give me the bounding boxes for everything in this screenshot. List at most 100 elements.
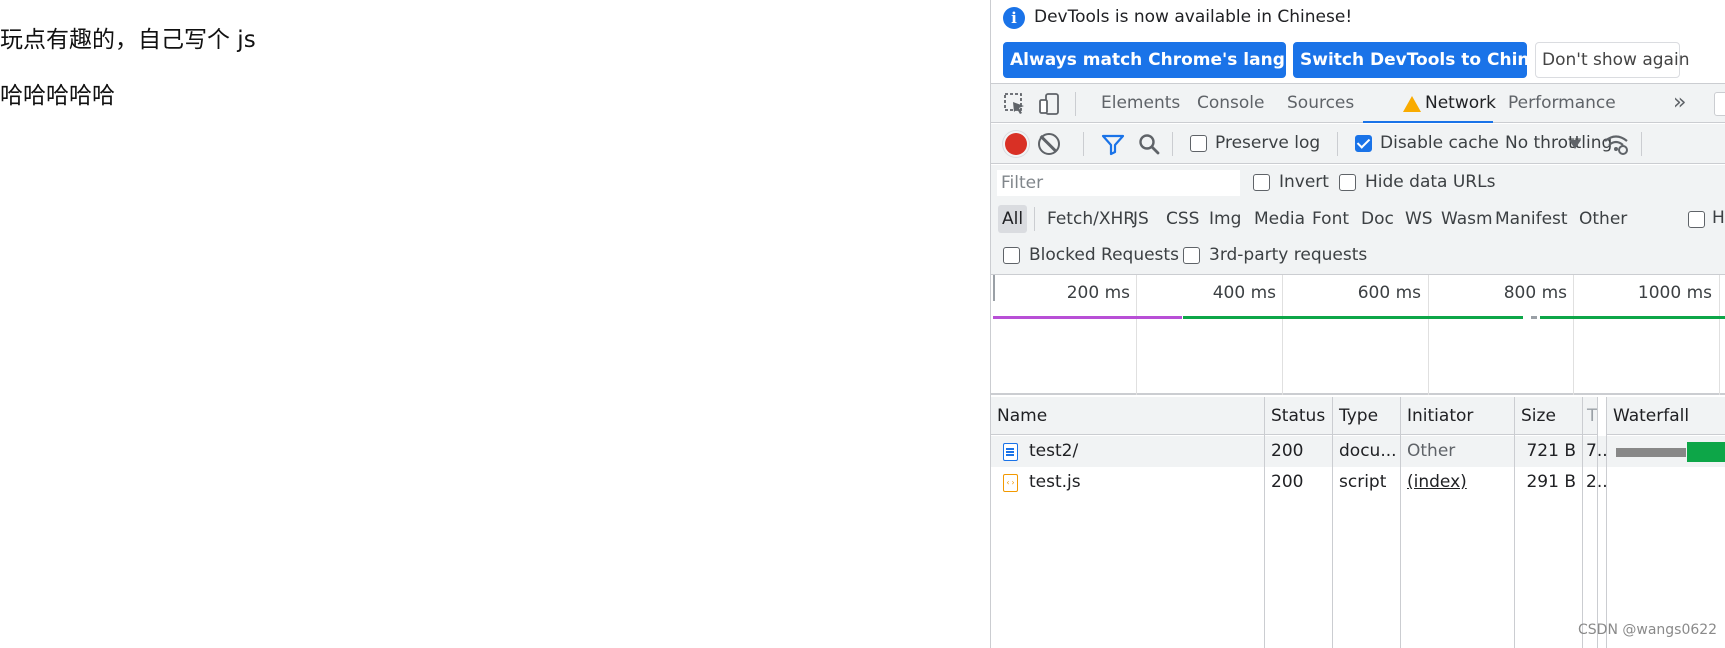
overview-start-marker	[993, 275, 995, 301]
issues-button[interactable]	[1714, 92, 1725, 116]
has-blocked-cookies-label: H	[1712, 208, 1725, 228]
hide-data-urls-label: Hide data URLs	[1365, 172, 1496, 192]
language-infobar: i DevTools is now available in Chinese! …	[991, 0, 1725, 82]
tab-sources[interactable]: Sources	[1285, 84, 1356, 123]
waterfall-waiting-bar	[1616, 448, 1686, 457]
column-divider	[1400, 397, 1401, 648]
request-name: test.js	[1029, 472, 1081, 492]
tab-elements[interactable]: Elements	[1099, 84, 1182, 123]
type-filter-img[interactable]: Img	[1205, 205, 1245, 233]
request-time: 7..	[1586, 441, 1606, 461]
script-icon: ‹›	[1003, 474, 1018, 492]
type-filter-js[interactable]: JS	[1129, 205, 1153, 233]
toolbar-separator	[1641, 132, 1642, 156]
column-divider	[1332, 397, 1333, 648]
switch-to-chinese-button[interactable]: Switch DevTools to Chinese	[1293, 42, 1563, 78]
dont-show-again-button[interactable]: Don't show again	[1535, 42, 1689, 78]
overview-gridline	[1428, 275, 1429, 395]
devtools-tabbar: Elements Console Sources Network Perform…	[991, 83, 1725, 123]
request-status: 200	[1271, 472, 1304, 492]
resource-type-filter-row: All Fetch/XHR JS CSS Img Media Font Doc …	[991, 201, 1725, 237]
network-conditions-icon[interactable]	[1603, 132, 1629, 156]
toolbar-separator	[1075, 92, 1076, 116]
type-filter-ws[interactable]: WS	[1401, 205, 1437, 233]
third-party-requests-label: 3rd-party requests	[1209, 245, 1368, 265]
blocked-requests-checkbox[interactable]	[1003, 247, 1020, 264]
inspect-element-icon[interactable]	[1003, 92, 1027, 116]
type-filter-media[interactable]: Media	[1250, 205, 1309, 233]
type-filter-all[interactable]: All	[998, 205, 1028, 233]
column-divider	[1597, 397, 1598, 648]
overview-tick-label: 800 ms	[1503, 283, 1567, 303]
type-filter-fetch-xhr[interactable]: Fetch/XHR	[1043, 205, 1139, 233]
filter-input[interactable]	[997, 170, 1240, 196]
column-header-size[interactable]: Size	[1515, 397, 1582, 435]
overview-tick-label: 400 ms	[1212, 283, 1276, 303]
hide-data-urls-checkbox[interactable]	[1339, 174, 1356, 191]
type-filter-manifest[interactable]: Manifest	[1491, 205, 1572, 233]
more-tabs-icon[interactable]: »	[1673, 90, 1686, 115]
preserve-log-checkbox[interactable]	[1190, 135, 1207, 152]
document-icon	[1003, 443, 1018, 461]
table-row[interactable]: test2/ 200 docu... Other 721 B 7..	[991, 436, 1725, 467]
type-filter-doc[interactable]: Doc	[1357, 205, 1398, 233]
request-type: docu...	[1339, 441, 1397, 461]
table-row[interactable]: ‹› test.js 200 script (index) 291 B 2..	[991, 467, 1725, 498]
toolbar-separator	[1172, 132, 1173, 156]
page-text-line-2: 哈哈哈哈哈	[0, 83, 115, 109]
search-icon[interactable]	[1137, 132, 1161, 156]
column-divider	[1582, 397, 1583, 648]
filter-icon[interactable]	[1101, 132, 1125, 156]
column-header-time[interactable]: T	[1583, 397, 1597, 435]
warning-icon	[1403, 96, 1421, 112]
filter-row: Invert Hide data URLs	[991, 165, 1725, 201]
overview-gridline	[1136, 275, 1137, 395]
blocked-filter-row: Blocked Requests 3rd-party requests	[991, 237, 1725, 275]
column-header-status[interactable]: Status	[1265, 397, 1332, 435]
request-initiator: Other	[1407, 441, 1456, 461]
tab-performance[interactable]: Performance	[1506, 84, 1618, 123]
devtools-panel: i DevTools is now available in Chinese! …	[990, 0, 1725, 648]
third-party-requests-checkbox[interactable]	[1183, 247, 1200, 264]
has-blocked-cookies-checkbox[interactable]	[1688, 211, 1705, 228]
type-filter-font[interactable]: Font	[1308, 205, 1353, 233]
page-text-line-1: 玩点有趣的，自己写个 js	[0, 27, 256, 53]
disable-cache-checkbox[interactable]	[1355, 135, 1372, 152]
invert-label: Invert	[1279, 172, 1329, 192]
type-filter-css[interactable]: CSS	[1162, 205, 1203, 233]
infobar-message: DevTools is now available in Chinese!	[1034, 7, 1353, 27]
info-icon: i	[1003, 7, 1025, 29]
clear-icon[interactable]	[1038, 133, 1060, 155]
tab-console[interactable]: Console	[1195, 84, 1267, 123]
record-button[interactable]	[1005, 133, 1027, 155]
column-header-waterfall[interactable]: Waterfall	[1607, 397, 1725, 435]
network-overview-timeline[interactable]: 200 ms 400 ms 600 ms 800 ms 1000 ms	[991, 275, 1725, 395]
preserve-log-label: Preserve log	[1215, 133, 1321, 153]
column-header-name[interactable]: Name	[991, 397, 1264, 435]
column-divider	[1606, 397, 1607, 648]
column-divider	[1514, 397, 1515, 648]
request-initiator-link[interactable]: (index)	[1401, 467, 1514, 498]
invert-checkbox[interactable]	[1253, 174, 1270, 191]
request-type: script	[1339, 472, 1387, 492]
overview-gridline	[1719, 275, 1720, 395]
overview-bar-green	[1540, 316, 1725, 319]
toolbar-separator	[1034, 207, 1035, 231]
column-header-initiator[interactable]: Initiator	[1401, 397, 1514, 435]
network-toolbar: Preserve log Disable cache No throttling	[991, 124, 1725, 164]
disable-cache-label: Disable cache	[1380, 133, 1499, 153]
type-filter-wasm[interactable]: Wasm	[1437, 205, 1497, 233]
type-filter-other[interactable]: Other	[1575, 205, 1631, 233]
request-table: Name Status Type Initiator Size T Waterf…	[991, 397, 1725, 648]
chevron-down-icon	[1569, 140, 1581, 149]
column-header-type[interactable]: Type	[1333, 397, 1400, 435]
toolbar-separator	[1337, 132, 1338, 156]
request-size: 291 B	[1526, 472, 1576, 492]
device-toolbar-icon[interactable]	[1037, 92, 1061, 116]
overview-gridline	[1573, 275, 1574, 395]
overview-bar-gray	[1531, 316, 1537, 319]
request-status: 200	[1271, 441, 1304, 461]
always-match-language-button[interactable]: Always match Chrome's language	[1003, 42, 1332, 78]
overview-tick-label: 1000 ms	[1637, 283, 1712, 303]
tab-network[interactable]: Network	[1363, 84, 1496, 123]
